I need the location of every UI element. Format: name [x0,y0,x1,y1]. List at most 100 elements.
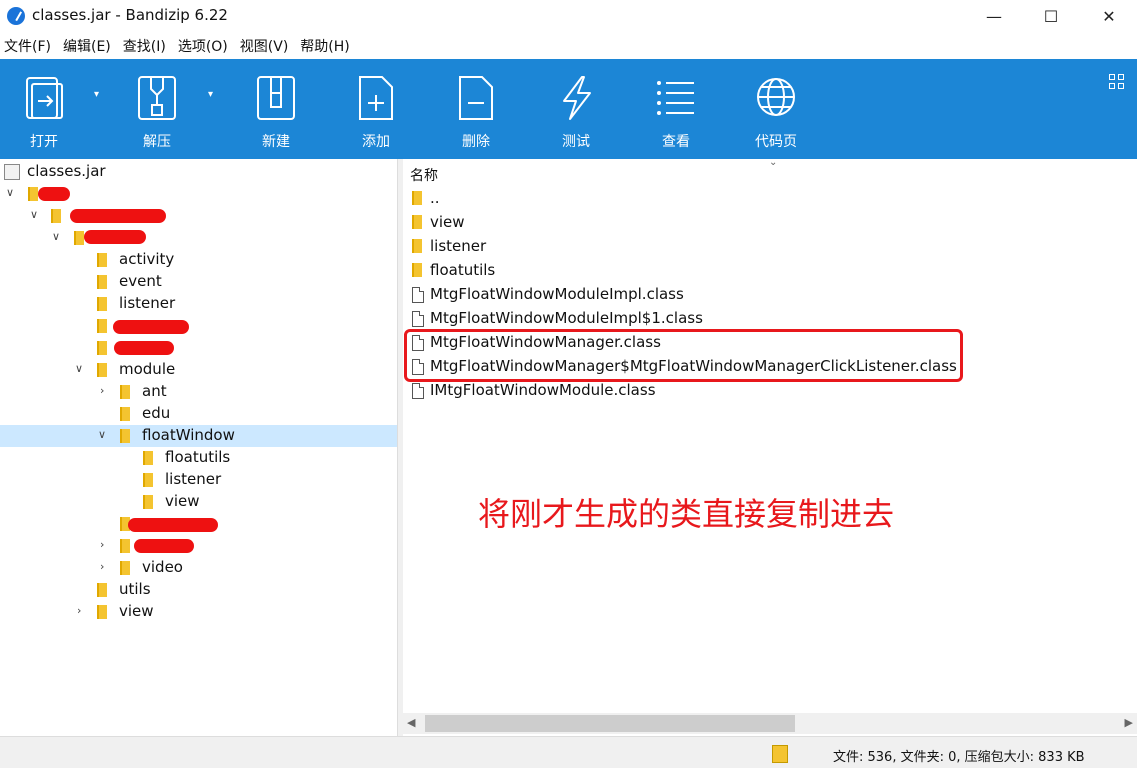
redaction-mark [128,518,218,532]
tree-item-selected[interactable]: ∨ floatWindow [0,425,397,447]
folder-icon [97,605,107,619]
tree-item-label: module [119,360,176,378]
expand-chevron-icon[interactable]: ∨ [6,186,14,199]
tree-item[interactable] [0,337,397,359]
tree-item[interactable]: listener [0,469,397,491]
file-name: MtgFloatWindowModuleImpl$1.class [430,309,703,327]
tree-item[interactable]: ∨ [0,205,397,227]
delete-button[interactable]: 删除 [436,59,516,159]
extract-dropdown-chevron-icon[interactable]: ▾ [208,89,213,100]
folder-icon [74,231,84,245]
test-button[interactable]: 测试 [536,59,616,159]
minimize-button[interactable]: — [965,0,1023,32]
list-item[interactable]: floatutils [403,259,1137,283]
tree-item[interactable]: › video [0,557,397,579]
redaction-mark [38,187,70,201]
list-item[interactable]: MtgFloatWindowModuleImpl$1.class [403,307,1137,331]
tree-item[interactable]: utils [0,579,397,601]
list-item[interactable]: IMtgFloatWindowModule.class [403,379,1137,403]
file-list[interactable]: ⌄ 名称 .. view listener floatutils MtgFloa… [403,157,1137,736]
scroll-right-icon[interactable]: ▶ [1125,716,1133,729]
folder-tree[interactable]: classes.jar ∨ ∨ ∨ activity event listene… [0,159,397,736]
expand-chevron-icon[interactable]: ∨ [98,428,106,441]
folder-icon [28,187,38,201]
expand-chevron-icon[interactable]: ∨ [75,362,83,375]
column-header-name[interactable]: 名称 [410,165,438,185]
collapse-chevron-icon[interactable]: › [77,604,81,617]
tree-item[interactable]: ∨ module [0,359,397,381]
extract-button[interactable]: 解压 [117,59,197,159]
scroll-left-icon[interactable]: ◀ [407,716,415,729]
file-name: IMtgFloatWindowModule.class [430,381,656,399]
tree-item[interactable]: ∨ [0,227,397,249]
list-item[interactable]: view [403,211,1137,235]
menu-bar: 文件(F) 编辑(E) 查找(I) 选项(O) 视图(V) 帮助(H) [0,33,1137,59]
add-label: 添加 [362,134,390,150]
redaction-mark [70,209,166,223]
layout-grid-icon[interactable] [1109,74,1125,90]
list-item[interactable]: MtgFloatWindowModuleImpl.class [403,283,1137,307]
folder-icon [97,583,107,597]
menu-find[interactable]: 查找(I) [123,36,166,56]
test-label: 测试 [562,134,590,150]
class-file-icon [412,311,424,327]
menu-options[interactable]: 选项(O) [178,36,228,56]
folder-icon [143,451,153,465]
tree-item[interactable]: view [0,491,397,513]
tree-item[interactable] [0,513,397,535]
add-button[interactable]: 添加 [336,59,416,159]
tree-item[interactable]: ∨ [0,183,397,205]
list-item[interactable]: listener [403,235,1137,259]
folder-icon [412,191,422,205]
open-button[interactable]: 打开 [4,59,84,159]
folder-icon [120,407,130,421]
scrollbar-thumb[interactable] [425,715,795,732]
tree-item-label: activity [119,250,175,268]
tree-root[interactable]: classes.jar [0,161,397,183]
menu-help[interactable]: 帮助(H) [300,36,349,56]
file-name: floatutils [430,261,496,279]
class-file-icon [412,287,424,303]
file-name: MtgFloatWindowModuleImpl.class [430,285,684,303]
expand-chevron-icon[interactable]: ∨ [52,230,60,243]
open-label: 打开 [30,134,58,150]
tree-item[interactable]: › ant [0,381,397,403]
file-name: view [430,213,465,231]
tree-item[interactable]: › [0,535,397,557]
maximize-button[interactable]: ☐ [1022,0,1080,32]
horizontal-scrollbar[interactable]: ◀ ▶ [403,713,1137,734]
open-icon [26,77,63,119]
status-text: 文件: 536, 文件夹: 0, 压缩包大小: 833 KB [833,750,1085,765]
new-archive-button[interactable]: 新建 [236,59,316,159]
folder-icon [97,297,107,311]
tree-item[interactable]: event [0,271,397,293]
jar-file-icon [4,164,20,180]
tree-item[interactable]: edu [0,403,397,425]
tree-item[interactable]: floatutils [0,447,397,469]
tree-item[interactable]: listener [0,293,397,315]
tree-item[interactable] [0,315,397,337]
view-button[interactable]: 查看 [636,59,716,159]
tree-item[interactable]: activity [0,249,397,271]
toolbar: 打开 ▾ 解压 ▾ 新建 添加 删除 测试 查看 代码页 [0,59,1137,159]
list-item[interactable]: .. [403,187,1137,211]
menu-edit[interactable]: 编辑(E) [63,36,111,56]
menu-view[interactable]: 视图(V) [240,36,289,56]
codepage-button[interactable]: 代码页 [736,59,816,159]
delete-file-icon [459,76,493,120]
folder-icon [97,253,107,267]
collapse-chevron-icon[interactable]: › [100,538,104,551]
menu-file[interactable]: 文件(F) [4,36,51,56]
folder-icon [412,215,422,229]
codepage-label: 代码页 [755,134,797,150]
tree-item-label: listener [119,294,176,312]
open-dropdown-chevron-icon[interactable]: ▾ [94,89,99,100]
expand-chevron-icon[interactable]: ∨ [30,208,38,221]
close-button[interactable]: ✕ [1080,0,1137,32]
tree-item[interactable]: › view [0,601,397,623]
collapse-chevron-icon[interactable]: › [100,384,104,397]
test-icon [563,76,591,120]
tree-root-label: classes.jar [27,162,106,180]
folder-icon [143,495,153,509]
collapse-chevron-icon[interactable]: › [100,560,104,573]
